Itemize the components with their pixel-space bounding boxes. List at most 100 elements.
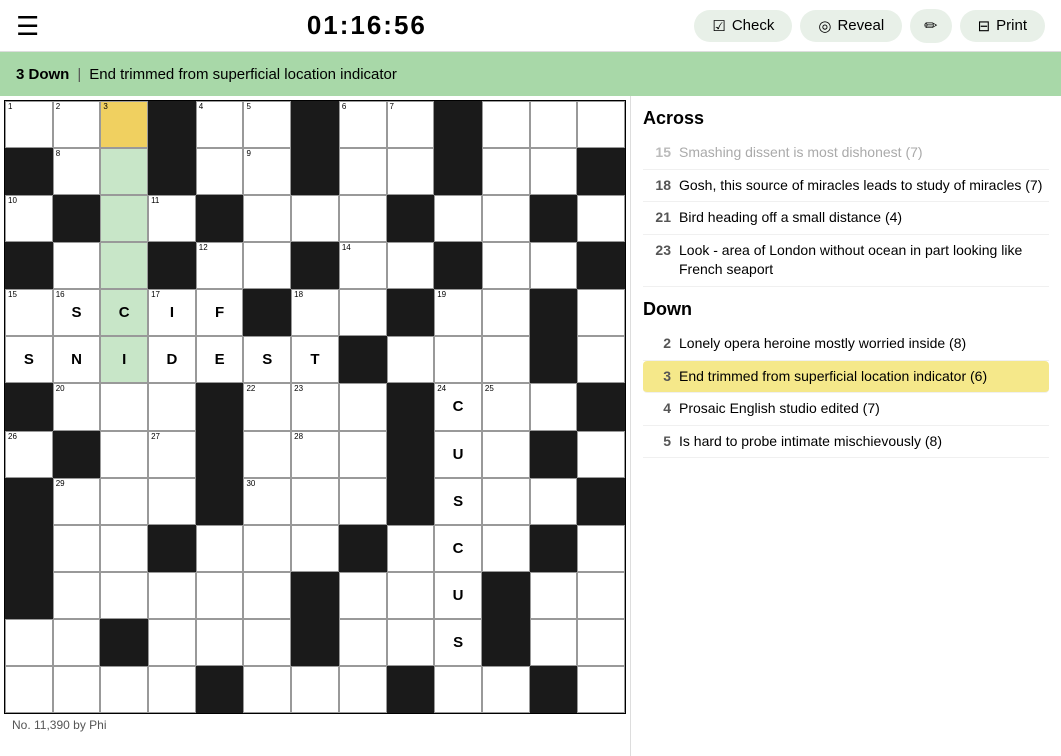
clue-item-down-4[interactable]: 4 Prosaic English studio edited (7) bbox=[643, 393, 1049, 426]
check-button[interactable]: ☑ Check bbox=[694, 10, 792, 42]
grid-cell[interactable] bbox=[196, 525, 244, 572]
grid-cell[interactable] bbox=[482, 525, 530, 572]
grid-cell[interactable]: 1 bbox=[5, 101, 53, 148]
grid-cell[interactable] bbox=[577, 336, 625, 383]
grid-cell[interactable]: 19 bbox=[434, 289, 482, 336]
grid-cell[interactable] bbox=[53, 619, 101, 666]
grid-cell[interactable] bbox=[53, 242, 101, 289]
grid-cell[interactable] bbox=[577, 431, 625, 478]
grid-cell[interactable]: 25 bbox=[482, 383, 530, 430]
grid-cell[interactable] bbox=[482, 289, 530, 336]
grid-cell[interactable] bbox=[434, 336, 482, 383]
grid-cell[interactable]: 23 bbox=[291, 383, 339, 430]
grid-cell[interactable]: 17I bbox=[148, 289, 196, 336]
grid-cell[interactable] bbox=[243, 525, 291, 572]
grid-cell[interactable] bbox=[577, 101, 625, 148]
grid-cell[interactable] bbox=[530, 572, 578, 619]
grid-cell[interactable]: T bbox=[291, 336, 339, 383]
grid-cell[interactable] bbox=[243, 666, 291, 713]
grid-cell[interactable] bbox=[482, 242, 530, 289]
grid-cell[interactable]: U bbox=[434, 431, 482, 478]
grid-cell[interactable] bbox=[148, 383, 196, 430]
grid-cell[interactable] bbox=[100, 195, 148, 242]
grid-cell[interactable]: 2 bbox=[53, 101, 101, 148]
grid-cell[interactable]: N bbox=[53, 336, 101, 383]
grid-cell[interactable] bbox=[387, 572, 435, 619]
grid-cell[interactable] bbox=[148, 478, 196, 525]
grid-cell[interactable]: 22 bbox=[243, 383, 291, 430]
grid-cell[interactable] bbox=[291, 478, 339, 525]
grid-cell[interactable] bbox=[339, 431, 387, 478]
grid-cell[interactable] bbox=[387, 242, 435, 289]
grid-cell[interactable] bbox=[100, 666, 148, 713]
grid-cell[interactable] bbox=[577, 525, 625, 572]
grid-cell[interactable] bbox=[339, 619, 387, 666]
grid-cell[interactable] bbox=[5, 619, 53, 666]
grid-cell[interactable]: 28 bbox=[291, 431, 339, 478]
clue-item-down-5[interactable]: 5 Is hard to probe intimate mischievousl… bbox=[643, 426, 1049, 459]
grid-cell[interactable] bbox=[243, 431, 291, 478]
grid-cell[interactable] bbox=[577, 666, 625, 713]
grid-cell[interactable]: D bbox=[148, 336, 196, 383]
grid-cell[interactable] bbox=[482, 148, 530, 195]
grid-cell[interactable] bbox=[387, 525, 435, 572]
grid-cell[interactable] bbox=[577, 289, 625, 336]
grid-cell[interactable]: I bbox=[100, 336, 148, 383]
grid-cell[interactable]: C bbox=[434, 525, 482, 572]
grid-cell[interactable]: E bbox=[196, 336, 244, 383]
grid-cell[interactable] bbox=[482, 431, 530, 478]
clue-item-across-21[interactable]: 21 Bird heading off a small distance (4) bbox=[643, 202, 1049, 235]
grid-cell[interactable] bbox=[339, 666, 387, 713]
grid-cell[interactable] bbox=[482, 478, 530, 525]
grid-cell[interactable] bbox=[530, 383, 578, 430]
grid-cell[interactable] bbox=[482, 195, 530, 242]
grid-cell[interactable]: 30 bbox=[243, 478, 291, 525]
grid-cell[interactable] bbox=[100, 383, 148, 430]
grid-cell[interactable]: 8 bbox=[53, 148, 101, 195]
grid-cell[interactable] bbox=[339, 383, 387, 430]
grid-cell[interactable]: 27 bbox=[148, 431, 196, 478]
grid-cell[interactable] bbox=[530, 148, 578, 195]
grid-cell[interactable] bbox=[482, 336, 530, 383]
grid-cell[interactable]: 29 bbox=[53, 478, 101, 525]
grid-cell[interactable] bbox=[53, 572, 101, 619]
grid-cell[interactable] bbox=[243, 619, 291, 666]
grid-cell[interactable]: S bbox=[434, 478, 482, 525]
grid-cell[interactable] bbox=[387, 148, 435, 195]
grid-cell[interactable] bbox=[148, 666, 196, 713]
grid-cell[interactable] bbox=[243, 572, 291, 619]
grid-cell[interactable] bbox=[339, 289, 387, 336]
menu-icon[interactable]: ☰ bbox=[16, 13, 39, 39]
grid-cell[interactable]: 18 bbox=[291, 289, 339, 336]
grid-cell[interactable] bbox=[434, 666, 482, 713]
grid-cell[interactable] bbox=[530, 619, 578, 666]
grid-cell[interactable]: 3 bbox=[100, 101, 148, 148]
grid-cell[interactable]: 7 bbox=[387, 101, 435, 148]
grid-cell[interactable] bbox=[148, 619, 196, 666]
grid-cell[interactable]: 26 bbox=[5, 431, 53, 478]
grid-cell[interactable] bbox=[482, 101, 530, 148]
grid-cell[interactable] bbox=[530, 101, 578, 148]
grid-cell[interactable]: U bbox=[434, 572, 482, 619]
grid-cell[interactable] bbox=[53, 666, 101, 713]
grid-cell[interactable]: 16S bbox=[53, 289, 101, 336]
grid-cell[interactable]: 12 bbox=[196, 242, 244, 289]
grid-cell[interactable] bbox=[339, 572, 387, 619]
grid-cell[interactable] bbox=[530, 242, 578, 289]
grid-cell[interactable]: S bbox=[243, 336, 291, 383]
grid-cell[interactable] bbox=[482, 666, 530, 713]
grid-cell[interactable] bbox=[291, 666, 339, 713]
grid-cell[interactable]: C bbox=[100, 289, 148, 336]
grid-cell[interactable] bbox=[148, 572, 196, 619]
grid-cell[interactable] bbox=[243, 195, 291, 242]
grid-cell[interactable] bbox=[577, 195, 625, 242]
grid-cell[interactable] bbox=[530, 478, 578, 525]
grid-cell[interactable] bbox=[339, 148, 387, 195]
grid-cell[interactable] bbox=[291, 195, 339, 242]
grid-cell[interactable] bbox=[100, 478, 148, 525]
grid-cell[interactable]: F bbox=[196, 289, 244, 336]
grid-cell[interactable] bbox=[5, 666, 53, 713]
grid-cell[interactable] bbox=[577, 619, 625, 666]
grid-cell[interactable]: 10 bbox=[5, 195, 53, 242]
grid-cell[interactable]: 9 bbox=[243, 148, 291, 195]
